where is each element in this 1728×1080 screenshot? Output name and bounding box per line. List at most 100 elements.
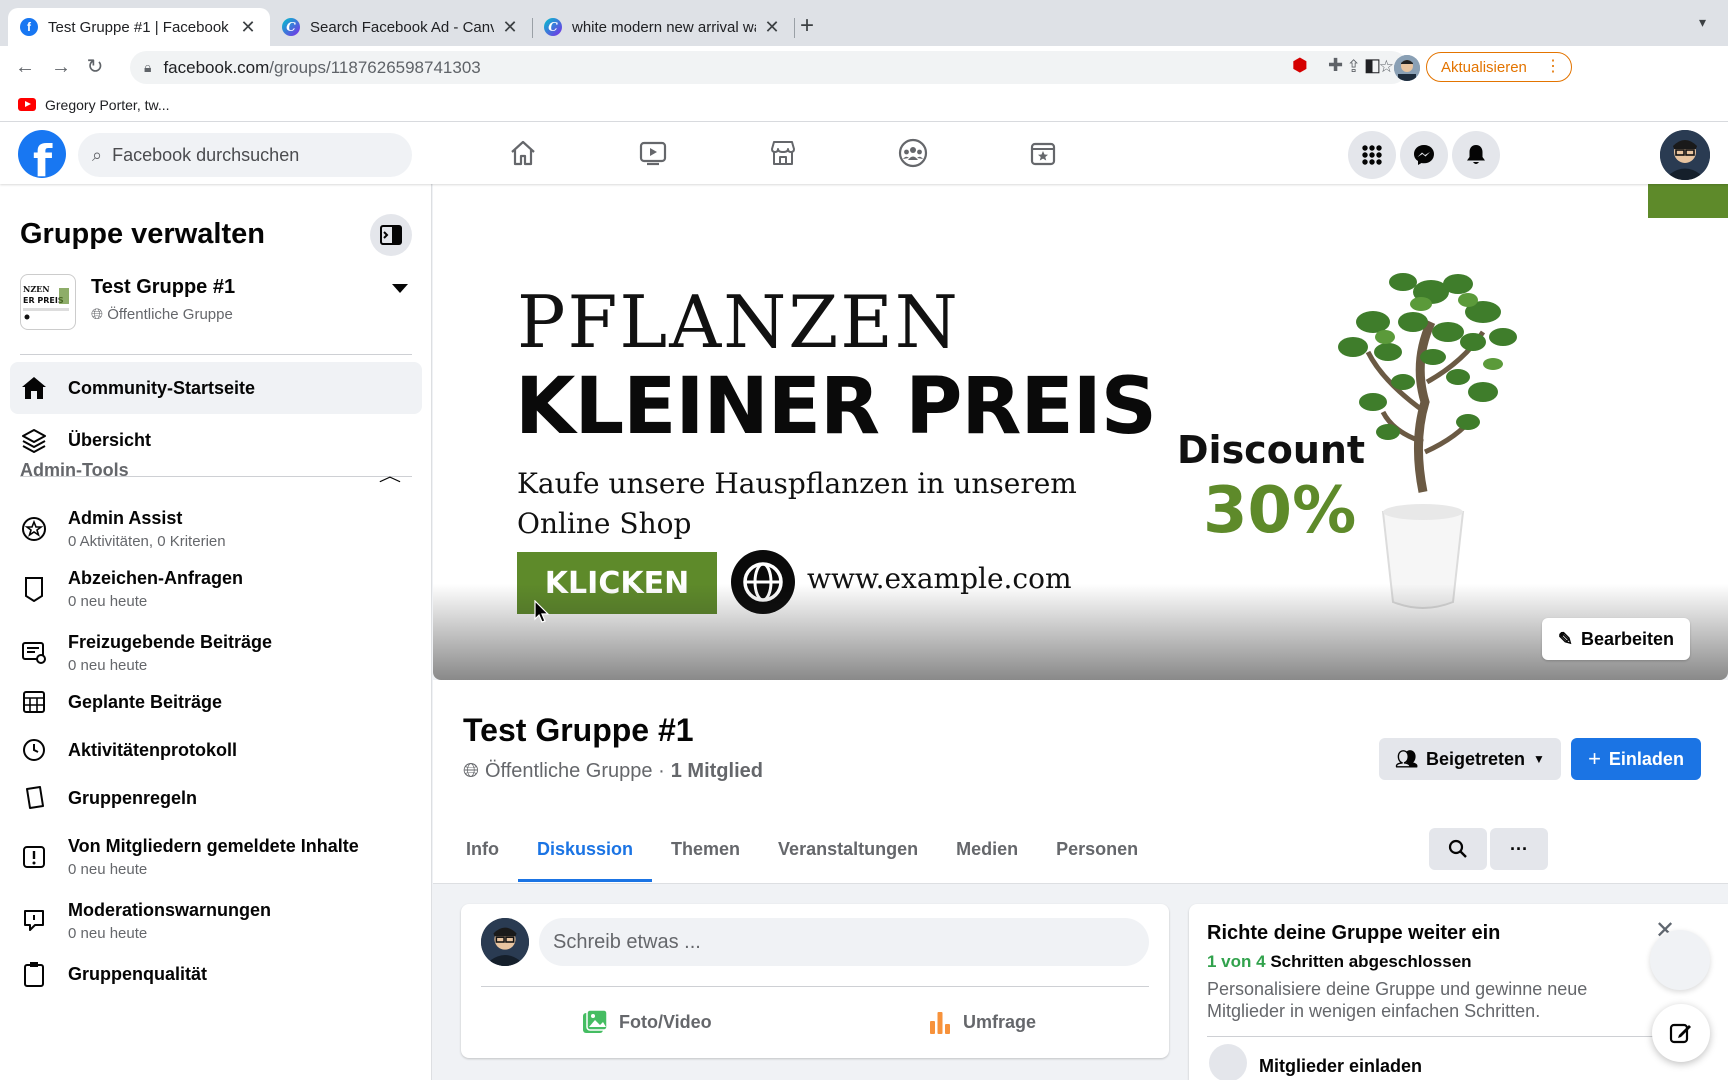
reload-button[interactable]: ↻ xyxy=(82,54,108,80)
back-button[interactable]: ← xyxy=(12,54,38,80)
extensions-puzzle-icon[interactable]: ✚ xyxy=(1328,55,1343,76)
sidebar-item-activity-log[interactable]: Aktivitätenprotokoll xyxy=(10,724,422,776)
browser-tab-canva-search[interactable]: C Search Facebook Ad - Canva ✕ xyxy=(270,8,532,46)
cover-gradient xyxy=(433,584,1728,680)
sidebar-item-group-quality[interactable]: Gruppenqualität xyxy=(10,948,422,1000)
collapse-sidebar-button[interactable] xyxy=(370,214,412,256)
url-host: facebook.com xyxy=(163,57,270,77)
nav-gaming[interactable] xyxy=(988,128,1098,178)
floating-bubble[interactable] xyxy=(1650,930,1710,990)
sidebar-item-community-home[interactable]: Community-Startseite xyxy=(10,362,422,414)
photo-video-label: Foto/Video xyxy=(619,1011,712,1032)
grid-menu-icon xyxy=(1362,145,1382,165)
group-thumbnail[interactable]: NZEN ER PREIS xyxy=(20,274,76,330)
pencil-icon: ✎ xyxy=(1557,628,1574,649)
sidebar-item-label: Admin Assist xyxy=(68,508,183,528)
facebook-logo-icon[interactable]: f xyxy=(18,130,66,178)
groups-icon xyxy=(898,138,928,168)
sidebar-item-group-rules[interactable]: Gruppenregeln xyxy=(10,772,422,824)
sidebar-item-admin-assist[interactable]: Admin Assist 0 Aktivitäten, 0 Kriterien xyxy=(10,496,422,562)
more-options-button[interactable]: ··· xyxy=(1490,828,1548,870)
facebook-top-bar: f ⌕ xyxy=(0,122,1728,184)
sidebar-item-sub: 0 neu heute xyxy=(68,925,148,942)
messenger-button[interactable] xyxy=(1400,131,1448,179)
tab-people[interactable]: Personen xyxy=(1037,816,1157,882)
group-switcher-caret-icon[interactable] xyxy=(392,284,408,293)
close-tab-icon[interactable]: ✕ xyxy=(762,17,782,38)
nav-groups[interactable] xyxy=(858,128,968,178)
member-count[interactable]: 1 Mitglied xyxy=(671,760,763,783)
browser-tab-facebook[interactable]: f Test Gruppe #1 | Facebook ✕ xyxy=(8,8,270,46)
edit-cover-button[interactable]: ✎ Bearbeiten xyxy=(1542,618,1690,660)
sidebar-item-overview[interactable]: Übersicht xyxy=(10,414,422,466)
close-tab-icon[interactable]: ✕ xyxy=(500,17,520,38)
browser-tab-canva-watch[interactable]: C white modern new arrival watc ✕ xyxy=(532,8,794,46)
sidebar-item-moderation-alerts[interactable]: Moderationswarnungen 0 neu heute xyxy=(10,888,422,954)
user-avatar[interactable] xyxy=(481,918,529,966)
write-post-input[interactable]: Schreib etwas ... xyxy=(539,918,1149,966)
group-privacy-text: Öffentliche Gruppe · xyxy=(485,760,665,782)
account-avatar[interactable] xyxy=(1660,130,1710,180)
new-message-button[interactable] xyxy=(1652,1004,1710,1062)
menu-grid-button[interactable] xyxy=(1348,131,1396,179)
facebook-search[interactable]: ⌕ xyxy=(78,133,412,177)
search-icon xyxy=(1448,839,1467,858)
address-bar[interactable]: 🔒︎ facebook.com/groups/1187626598741303 … xyxy=(130,51,1408,84)
sidebar-item-reported-content[interactable]: Von Mitgliedern gemeldete Inhalte 0 neu h… xyxy=(10,824,422,890)
forward-button[interactable]: → xyxy=(48,54,74,80)
group-privacy: 🌐︎ Öffentliche Gruppe xyxy=(91,306,233,323)
tab-info[interactable]: Info xyxy=(447,816,518,882)
sidebar-item-label: Freizugebende Beiträge xyxy=(68,632,273,652)
search-input[interactable] xyxy=(112,144,373,166)
joined-button[interactable]: 👥︎ Beigetreten ▼ xyxy=(1379,738,1561,780)
potted-plant-image xyxy=(1338,273,1517,609)
tab-media[interactable]: Medien xyxy=(937,816,1037,882)
group-name[interactable]: Test Gruppe #1 xyxy=(91,276,235,299)
nav-marketplace[interactable] xyxy=(728,128,838,178)
nav-home[interactable] xyxy=(468,128,578,178)
poll-button[interactable]: Umfrage xyxy=(927,1000,1036,1044)
canva-favicon-icon: C xyxy=(544,18,562,36)
nav-watch[interactable] xyxy=(598,128,708,178)
side-panel-icon[interactable]: ◧ xyxy=(1364,55,1381,76)
mouse-cursor-icon xyxy=(534,600,550,623)
sidebar-toggle-icon xyxy=(380,225,402,245)
badge-icon xyxy=(20,575,48,603)
browser-toolbar: ← → ↻ 🔒︎ facebook.com/groups/11876265987… xyxy=(0,46,1728,88)
setup-next-step[interactable]: Mitglieder einladen xyxy=(1259,1056,1422,1077)
invite-button[interactable]: + Einladen xyxy=(1571,738,1701,780)
tab-topics[interactable]: Themen xyxy=(652,816,759,882)
svg-text:NZEN: NZEN xyxy=(23,284,50,294)
sidebar-item-sub: 0 neu heute xyxy=(68,657,148,674)
sidebar-item-scheduled-posts[interactable]: Geplante Beiträge xyxy=(10,676,422,728)
tab-discussion[interactable]: Diskussion xyxy=(518,816,653,882)
admin-sidebar: Gruppe verwalten NZEN ER PREIS Test Grupp… xyxy=(0,184,432,1080)
update-browser-button[interactable]: Aktualisieren ⋮ xyxy=(1426,52,1572,82)
photo-video-button[interactable]: Foto/Video xyxy=(581,1000,712,1044)
close-tab-icon[interactable]: ✕ xyxy=(238,17,258,38)
bookmarks-bar: Gregory Porter, tw... xyxy=(0,88,1728,122)
layers-icon xyxy=(20,426,48,454)
caret-down-icon: ▼ xyxy=(1533,752,1545,766)
setup-title: Richte deine Gruppe weiter ein xyxy=(1207,922,1501,944)
group-tabs: Info Diskussion Themen Veranstaltungen M… xyxy=(447,816,1157,882)
bookmark-item[interactable]: Gregory Porter, tw... xyxy=(45,97,170,113)
home-icon xyxy=(511,140,535,166)
menu-dots-icon: ⋮ xyxy=(1545,58,1561,75)
watch-icon xyxy=(639,141,667,166)
adblock-extension-icon[interactable]: ⬢ xyxy=(1292,55,1308,76)
admin-tools-heading[interactable]: Admin-Tools xyxy=(20,460,129,481)
new-tab-button[interactable]: + xyxy=(800,12,814,40)
tab-search-chevron-icon[interactable]: ▾ xyxy=(1699,14,1706,31)
profile-avatar[interactable] xyxy=(1394,55,1420,81)
tab-events[interactable]: Veranstaltungen xyxy=(759,816,937,882)
sidebar-item-badge-requests[interactable]: Abzeichen-Anfragen 0 neu heute xyxy=(10,556,422,622)
group-search-button[interactable] xyxy=(1429,828,1487,870)
share-icon[interactable]: ⇪ xyxy=(1347,57,1361,77)
edit-cover-label: Bearbeiten xyxy=(1581,628,1675,649)
chevron-up-icon[interactable]: ︿ xyxy=(379,462,401,486)
notifications-button[interactable] xyxy=(1452,131,1500,179)
poll-icon xyxy=(930,1012,950,1034)
svg-text:ER PREIS: ER PREIS xyxy=(23,296,64,305)
bookmark-star-icon[interactable]: ☆ xyxy=(1379,57,1394,77)
